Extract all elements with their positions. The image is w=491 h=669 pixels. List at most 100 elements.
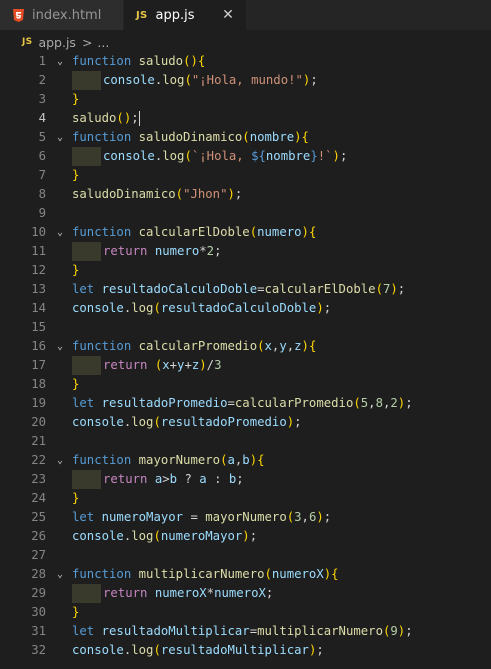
fold-chevron-icon[interactable]: ⌄ — [53, 223, 67, 242]
line-number: 1 — [38, 54, 46, 68]
chevron-right-icon: > — [81, 34, 93, 50]
fold-chevron-icon[interactable]: ⌄ — [53, 565, 67, 584]
breadcrumb: JS app.js > ... — [0, 31, 491, 53]
code-line[interactable]: 22 ⌄ function mayorNumero(a,b){ — [0, 451, 491, 470]
code-text: function multiplicarNumero(numeroX){ — [72, 567, 339, 581]
code-text: return numero*2; — [103, 244, 222, 258]
tab-app-js[interactable]: JS app.js ✕ — [124, 0, 246, 30]
fold-chevron-icon[interactable]: ⌄ — [53, 128, 67, 147]
code-line[interactable]: 13 let resultadoCalculoDoble=calcularElDo… — [0, 280, 491, 299]
text-cursor — [138, 111, 140, 126]
code-line[interactable]: 26 console.log(numeroMayor); — [0, 527, 491, 546]
fold-chevron-icon[interactable]: ⌄ — [53, 52, 67, 71]
code-line[interactable]: 8 saludoDinamico("Jhon"); — [0, 185, 491, 204]
code-line[interactable]: 14 console.log(resultadoCalculoDoble); — [0, 299, 491, 318]
breadcrumb-file[interactable]: app.js — [38, 35, 76, 50]
code-line[interactable]: 23 return a>b ? a : b; — [0, 470, 491, 489]
code-text: } — [72, 263, 80, 277]
code-text: let resultadoMultiplicar=multiplicarNume… — [72, 624, 413, 638]
close-icon[interactable]: ✕ — [220, 7, 236, 23]
line-number: 13 — [31, 282, 46, 296]
code-text: return a>b ? a : b; — [103, 472, 244, 486]
code-line[interactable]: 21 — [0, 432, 491, 451]
code-line[interactable]: 17 return (x+y+z)/3 — [0, 356, 491, 375]
line-number: 26 — [31, 529, 46, 543]
line-number: 25 — [31, 510, 46, 524]
code-line[interactable]: 31 let resultadoMultiplicar=multiplicarNu… — [0, 622, 491, 641]
indent-guide — [72, 584, 101, 603]
line-number: 20 — [31, 415, 46, 429]
line-number: 11 — [31, 244, 46, 258]
fold-chevron-icon[interactable]: ⌄ — [53, 451, 67, 470]
code-line[interactable]: 30} — [0, 603, 491, 622]
line-number: 22 — [31, 453, 46, 467]
line-number: 29 — [31, 586, 46, 600]
code-text: } — [72, 168, 80, 182]
code-line[interactable]: 29 return numeroX*numeroX; — [0, 584, 491, 603]
code-text: console.log(resultadoMultiplicar); — [72, 643, 324, 657]
code-line[interactable]: 1 ⌄ function saludo(){ — [0, 52, 491, 71]
code-line[interactable]: 3} — [0, 90, 491, 109]
line-number: 7 — [38, 168, 46, 182]
indent-guide — [72, 71, 101, 90]
tab-index-html[interactable]: index.html — [0, 0, 124, 30]
tab-label: index.html — [32, 7, 102, 23]
line-number: 10 — [31, 225, 46, 239]
code-line[interactable]: 2 console.log("¡Hola, mundo!"); — [0, 71, 491, 90]
line-number: 31 — [31, 624, 46, 638]
line-number: 9 — [38, 206, 46, 220]
code-text: return (x+y+z)/3 — [103, 358, 222, 372]
line-number: 27 — [31, 548, 46, 562]
code-line[interactable]: 10 ⌄ function calcularElDoble(numero){ — [0, 223, 491, 242]
line-number: 15 — [31, 320, 46, 334]
line-number: 3 — [38, 92, 46, 106]
code-line[interactable]: 5 ⌄ function saludoDinamico(nombre){ — [0, 128, 491, 147]
code-text: } — [72, 377, 80, 391]
code-line[interactable]: 4 saludo(); — [0, 109, 491, 128]
indent-guide — [72, 242, 101, 261]
code-text: function calcularElDoble(numero){ — [72, 225, 317, 239]
line-number: 19 — [31, 396, 46, 410]
js-icon: JS — [136, 9, 148, 21]
line-number: 28 — [31, 567, 46, 581]
breadcrumb-trail[interactable]: ... — [97, 35, 109, 50]
code-line[interactable]: 19 let resultadoPromedio=calcularPromedio… — [0, 394, 491, 413]
code-line[interactable]: 6 console.log(`¡Hola, ${nombre}!`); — [0, 147, 491, 166]
code-line[interactable]: 27 — [0, 546, 491, 565]
indent-guide — [72, 356, 101, 375]
code-text: console.log(`¡Hola, ${nombre}!`); — [103, 149, 348, 163]
code-line[interactable]: 32 console.log(resultadoMultiplicar); — [0, 641, 491, 660]
code-text: let resultadoCalculoDoble=calcularElDobl… — [72, 282, 406, 296]
line-number: 23 — [31, 472, 46, 486]
code-text: function mayorNumero(a,b){ — [72, 453, 265, 467]
code-line[interactable]: 18} — [0, 375, 491, 394]
code-line[interactable]: 25 let numeroMayor = mayorNumero(3,6); — [0, 508, 491, 527]
code-text: function saludo(){ — [72, 54, 206, 68]
code-text: console.log(resultadoPromedio); — [72, 415, 302, 429]
code-editor[interactable]: 1 ⌄ function saludo(){ 2 console.log("¡Hola,… — [0, 52, 491, 669]
code-line[interactable]: 7} — [0, 166, 491, 185]
html5-icon — [13, 8, 24, 22]
fold-chevron-icon[interactable]: ⌄ — [53, 337, 67, 356]
code-text: function saludoDinamico(nombre){ — [72, 130, 309, 144]
code-line[interactable]: 15 — [0, 318, 491, 337]
line-number: 5 — [38, 130, 46, 144]
code-line[interactable]: 20 console.log(resultadoPromedio); — [0, 413, 491, 432]
code-text: return numeroX*numeroX; — [103, 586, 274, 600]
code-line[interactable]: 16 ⌄ function calcularPromedio(x,y,z){ — [0, 337, 491, 356]
line-number: 32 — [31, 643, 46, 657]
code-text: console.log(resultadoCalculoDoble); — [72, 301, 332, 315]
code-line[interactable]: 11 return numero*2; — [0, 242, 491, 261]
tab-bar: index.html JS app.js ✕ — [0, 0, 491, 30]
indent-guide — [72, 147, 101, 166]
code-line[interactable]: 28 ⌄ function multiplicarNumero(numeroX){ — [0, 565, 491, 584]
code-line[interactable]: 9 — [0, 204, 491, 223]
js-icon: JS — [22, 37, 33, 47]
code-line[interactable]: 24} — [0, 489, 491, 508]
code-line[interactable]: 12} — [0, 261, 491, 280]
line-number: 18 — [31, 377, 46, 391]
line-number: 6 — [38, 149, 46, 163]
line-number: 16 — [31, 339, 46, 353]
line-number: 24 — [31, 491, 46, 505]
line-number: 17 — [31, 358, 46, 372]
